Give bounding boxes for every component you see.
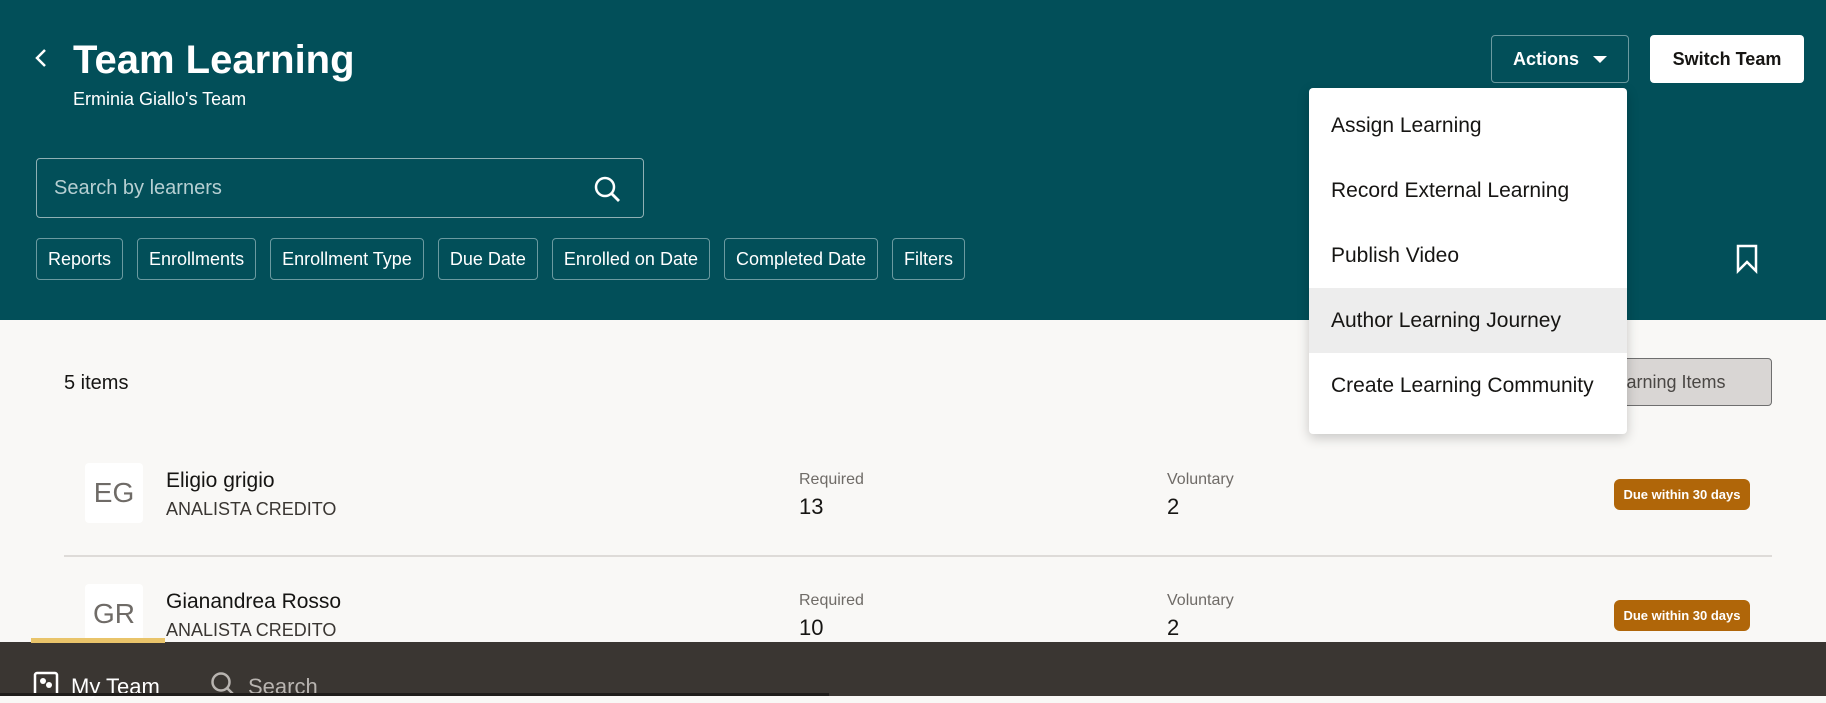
caret-down-icon (1593, 55, 1607, 63)
items-count: 5 items (64, 372, 129, 394)
menu-item-record-external-learning[interactable]: Record External Learning (1309, 158, 1627, 223)
learner-job: ANALISTA CREDITO (166, 620, 337, 640)
team-icon (33, 671, 59, 703)
avatar: GR (85, 584, 143, 644)
required-count: 13 (799, 494, 824, 519)
nav-search[interactable]: Search (210, 671, 318, 703)
active-tab-indicator (31, 638, 165, 643)
menu-item-create-learning-community[interactable]: Create Learning Community (1309, 353, 1627, 418)
nav-my-team[interactable]: My Team (33, 671, 160, 703)
chip-enrollment-type[interactable]: Enrollment Type (270, 238, 424, 280)
menu-item-author-learning-journey[interactable]: Author Learning Journey (1309, 288, 1627, 353)
chip-enrollments[interactable]: Enrollments (137, 238, 257, 280)
voluntary-label: Voluntary (1167, 592, 1234, 609)
bookmark-icon[interactable] (1735, 244, 1759, 279)
chip-filters[interactable]: Filters (892, 238, 966, 280)
search-icon[interactable] (593, 175, 621, 208)
search-icon (210, 671, 236, 703)
learner-name[interactable]: Eligio grigio (166, 469, 275, 493)
actions-dropdown-menu: Assign Learning Record External Learning… (1309, 88, 1627, 434)
page-title: Team Learning (73, 38, 355, 82)
menu-item-publish-video[interactable]: Publish Video (1309, 223, 1627, 288)
status-badge: Due within 30 days (1614, 600, 1750, 631)
learner-name[interactable]: Gianandrea Rosso (166, 590, 341, 614)
voluntary-count: 2 (1167, 494, 1180, 519)
actions-button[interactable]: Actions (1491, 35, 1629, 83)
list-item[interactable]: EG Eligio grigio ANALISTA CREDITO Requir… (64, 463, 1772, 563)
status-badge: Due within 30 days (1614, 479, 1750, 510)
chip-reports[interactable]: Reports (36, 238, 124, 280)
required-label: Required (799, 471, 864, 488)
chip-due-date[interactable]: Due Date (437, 238, 538, 280)
filter-chips: Reports Enrollments Enrollment Type Due … (36, 238, 966, 280)
voluntary-count: 2 (1167, 615, 1180, 640)
menu-item-assign-learning[interactable]: Assign Learning (1309, 93, 1627, 158)
required-count: 10 (799, 615, 824, 640)
nav-search-label: Search (248, 674, 318, 699)
avatar: EG (85, 463, 143, 523)
switch-team-button[interactable]: Switch Team (1650, 35, 1804, 83)
team-subtitle: Erminia Giallo's Team (73, 89, 247, 109)
actions-label: Actions (1512, 48, 1579, 69)
voluntary-label: Voluntary (1167, 471, 1234, 488)
learner-job: ANALISTA CREDITO (166, 499, 337, 519)
required-label: Required (799, 592, 864, 609)
chip-enrolled-on-date[interactable]: Enrolled on Date (551, 238, 710, 280)
nav-my-team-label: My Team (71, 674, 160, 699)
search-box (36, 158, 644, 218)
row-divider (64, 555, 1772, 557)
chip-completed-date[interactable]: Completed Date (723, 238, 879, 280)
back-chevron-icon[interactable] (30, 46, 54, 70)
search-input[interactable] (54, 176, 643, 200)
